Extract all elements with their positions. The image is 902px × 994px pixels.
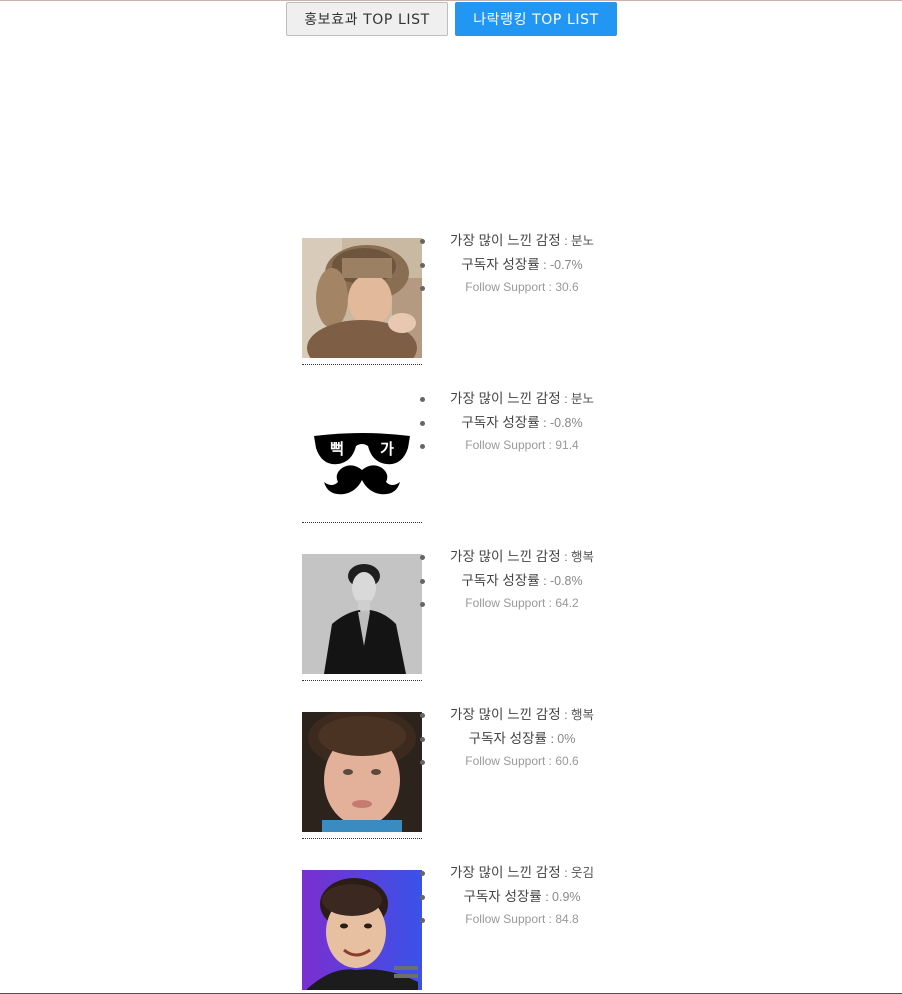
- follow-value: 30.6: [555, 280, 579, 294]
- item-stats: 가장 많이 느낀 감정 : 행복 구독자 성장률 : 0% Follow Sup…: [420, 703, 622, 774]
- emotion-value: 분노: [570, 392, 594, 406]
- bullet-icon: [420, 262, 425, 268]
- separator: :: [564, 234, 571, 248]
- follow-value: 84.8: [555, 912, 579, 926]
- bullet-icon: [420, 444, 425, 449]
- separator: :: [564, 708, 571, 722]
- emotion-label: 가장 많이 느낀 감정: [450, 233, 561, 248]
- emotion-value: 분노: [570, 234, 594, 248]
- follow-stat: Follow Support : 91.4: [420, 434, 622, 458]
- growth-stat: 구독자 성장률 : -0.8%: [420, 411, 622, 435]
- bullet-icon: [420, 286, 425, 291]
- growth-stat: 구독자 성장률 : 0%: [420, 727, 622, 751]
- separator: :: [564, 550, 571, 564]
- bullet-icon: [420, 397, 425, 402]
- emotion-stat: 가장 많이 느낀 감정 : 행복: [420, 703, 622, 727]
- follow-label: Follow Support: [465, 438, 546, 452]
- item-stats: 가장 많이 느낀 감정 : 웃김 구독자 성장률 : 0.9% Follow S…: [420, 861, 622, 932]
- bullet-icon: [420, 871, 425, 876]
- follow-value: 64.2: [555, 596, 579, 610]
- ranking-item[interactable]: 뻑 가 가장 많이 느낀 감정 : 분노 구독자 성장률 : -0.8% Fol…: [300, 387, 630, 545]
- bullet-icon: [420, 894, 425, 900]
- channel-thumbnail[interactable]: 뻑 가: [302, 396, 422, 516]
- emotion-label: 가장 많이 느낀 감정: [450, 391, 561, 406]
- growth-label: 구독자 성장률: [468, 730, 547, 746]
- ranking-item[interactable]: 가장 많이 느낀 감정 : 웃김 구독자 성장률 : 0.9% Follow S…: [300, 861, 630, 994]
- growth-value: -0.8%: [549, 415, 583, 430]
- bullet-icon: [420, 918, 425, 923]
- separator: :: [543, 257, 550, 272]
- growth-value: -0.7%: [549, 257, 583, 272]
- ranking-item[interactable]: 가장 많이 느낀 감정 : 행복 구독자 성장률 : 0% Follow Sup…: [300, 703, 630, 861]
- bullet-icon: [420, 602, 425, 607]
- ranking-item[interactable]: 가장 많이 느낀 감정 : 행복 구독자 성장률 : -0.8% Follow …: [300, 545, 630, 703]
- emotion-value: 행복: [570, 708, 594, 722]
- item-divider: [302, 680, 422, 681]
- follow-stat: Follow Support : 60.6: [420, 750, 622, 774]
- follow-stat: Follow Support : 30.6: [420, 276, 622, 300]
- item-stats: 가장 많이 느낀 감정 : 행복 구독자 성장률 : -0.8% Follow …: [420, 545, 622, 616]
- item-stats: 가장 많이 느낀 감정 : 분노 구독자 성장률 : -0.8% Follow …: [420, 387, 622, 458]
- follow-value: 60.6: [555, 754, 579, 768]
- separator: :: [543, 415, 550, 430]
- follow-label: Follow Support: [465, 280, 546, 294]
- separator: :: [543, 573, 550, 588]
- tab-ranking-top-list[interactable]: 나락랭킹 TOP LIST: [455, 2, 617, 36]
- emotion-label: 가장 많이 느낀 감정: [450, 865, 561, 880]
- follow-label: Follow Support: [465, 754, 546, 768]
- logo-char: 뻑: [330, 440, 344, 458]
- channel-thumbnail[interactable]: [302, 712, 422, 832]
- ranking-list: 가장 많이 느낀 감정 : 분노 구독자 성장률 : -0.7% Follow …: [300, 229, 630, 994]
- emotion-value: 행복: [570, 550, 594, 564]
- growth-stat: 구독자 성장률 : -0.8%: [420, 569, 622, 593]
- item-divider: [302, 364, 422, 365]
- separator: :: [564, 866, 571, 880]
- growth-label: 구독자 성장률: [461, 256, 540, 272]
- bullet-icon: [420, 420, 425, 426]
- growth-label: 구독자 성장률: [461, 414, 540, 430]
- growth-value: 0%: [557, 731, 576, 746]
- bullet-icon: [420, 239, 425, 244]
- ranking-item[interactable]: 가장 많이 느낀 감정 : 분노 구독자 성장률 : -0.7% Follow …: [300, 229, 630, 387]
- tab-bar: 홍보효과 TOP LIST 나락랭킹 TOP LIST: [286, 2, 626, 38]
- tab-promo-top-list[interactable]: 홍보효과 TOP LIST: [286, 2, 448, 36]
- follow-value: 91.4: [555, 438, 579, 452]
- logo-char: 가: [380, 440, 394, 458]
- bullet-icon: [420, 760, 425, 765]
- emotion-label: 가장 많이 느낀 감정: [450, 549, 561, 564]
- item-stats: 가장 많이 느낀 감정 : 분노 구독자 성장률 : -0.7% Follow …: [420, 229, 622, 300]
- follow-label: Follow Support: [465, 596, 546, 610]
- emotion-label: 가장 많이 느낀 감정: [450, 707, 561, 722]
- follow-stat: Follow Support : 64.2: [420, 592, 622, 616]
- growth-stat: 구독자 성장률 : -0.7%: [420, 253, 622, 277]
- channel-thumbnail[interactable]: [302, 870, 422, 990]
- bullet-icon: [420, 555, 425, 560]
- emotion-value: 웃김: [570, 866, 594, 880]
- growth-label: 구독자 성장률: [463, 888, 542, 904]
- emotion-stat: 가장 많이 느낀 감정 : 분노: [420, 387, 622, 411]
- follow-stat: Follow Support : 84.8: [420, 908, 622, 932]
- emotion-stat: 가장 많이 느낀 감정 : 행복: [420, 545, 622, 569]
- page: 홍보효과 TOP LIST 나락랭킹 TOP LIST 가장 많이 느낀 감정 …: [0, 0, 902, 994]
- follow-label: Follow Support: [465, 912, 546, 926]
- bullet-icon: [420, 736, 425, 742]
- channel-thumbnail[interactable]: [302, 554, 422, 674]
- channel-thumbnail[interactable]: [302, 238, 422, 358]
- item-divider: [302, 522, 422, 523]
- bullet-icon: [420, 713, 425, 718]
- growth-value: 0.9%: [552, 889, 581, 904]
- emotion-stat: 가장 많이 느낀 감정 : 웃김: [420, 861, 622, 885]
- separator: :: [564, 392, 571, 406]
- emotion-stat: 가장 많이 느낀 감정 : 분노: [420, 229, 622, 253]
- growth-stat: 구독자 성장률 : 0.9%: [420, 885, 622, 909]
- item-divider: [302, 838, 422, 839]
- growth-value: -0.8%: [549, 573, 583, 588]
- growth-label: 구독자 성장률: [461, 572, 540, 588]
- bullet-icon: [420, 578, 425, 584]
